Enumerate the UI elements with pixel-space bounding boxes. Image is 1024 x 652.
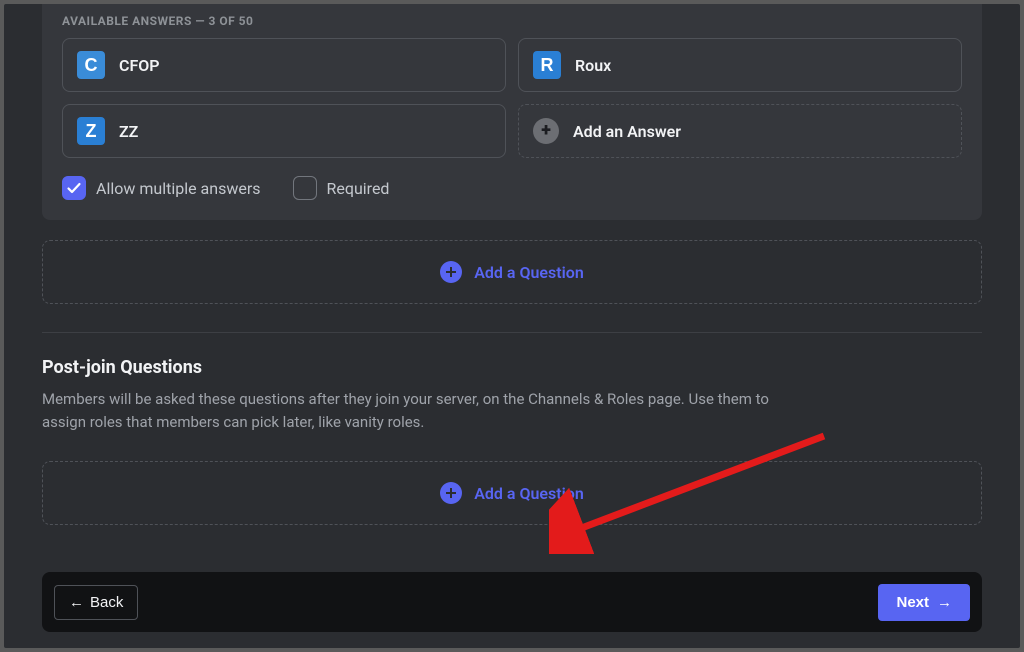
allow-multiple-label: Allow multiple answers xyxy=(96,179,261,198)
checkbox-icon xyxy=(62,176,86,200)
add-question-label: Add a Question xyxy=(474,484,584,503)
arrow-left-icon: ← xyxy=(69,594,84,611)
add-answer-label: Add an Answer xyxy=(573,122,681,141)
answer-chip-zz[interactable]: Z ZZ xyxy=(62,104,506,158)
emoji-r-icon: R xyxy=(533,51,561,79)
emoji-c-icon: C xyxy=(77,51,105,79)
add-answer-button[interactable]: + Add an Answer xyxy=(518,104,962,158)
available-answers-header: AVAILABLE ANSWERS — 3 OF 50 xyxy=(62,14,962,28)
next-label: Next xyxy=(896,594,929,611)
footer-bar: ← Back Next → xyxy=(42,572,982,632)
answer-label: Roux xyxy=(575,56,611,75)
post-join-description: Members will be asked these questions af… xyxy=(42,388,802,433)
answer-chip-cfop[interactable]: C CFOP xyxy=(62,38,506,92)
add-question-button-postjoin[interactable]: Add a Question xyxy=(42,461,982,525)
allow-multiple-checkbox[interactable]: Allow multiple answers xyxy=(62,176,261,200)
post-join-title: Post-join Questions xyxy=(42,357,982,378)
checkbox-icon xyxy=(293,176,317,200)
answer-label: ZZ xyxy=(119,122,138,141)
arrow-right-icon: → xyxy=(937,594,952,611)
next-button[interactable]: Next → xyxy=(878,584,970,621)
back-label: Back xyxy=(90,594,123,611)
required-checkbox[interactable]: Required xyxy=(293,176,390,200)
add-question-button-prejoin[interactable]: Add a Question xyxy=(42,240,982,304)
plus-icon: + xyxy=(533,118,559,144)
plus-circle-icon xyxy=(440,261,462,283)
emoji-z-icon: Z xyxy=(77,117,105,145)
back-button[interactable]: ← Back xyxy=(54,585,138,620)
plus-circle-icon xyxy=(440,482,462,504)
answer-chip-roux[interactable]: R Roux xyxy=(518,38,962,92)
question-card: AVAILABLE ANSWERS — 3 OF 50 C CFOP R Rou… xyxy=(42,4,982,220)
add-question-label: Add a Question xyxy=(474,263,584,282)
section-divider xyxy=(42,332,982,333)
required-label: Required xyxy=(327,179,390,198)
answer-label: CFOP xyxy=(119,56,160,75)
